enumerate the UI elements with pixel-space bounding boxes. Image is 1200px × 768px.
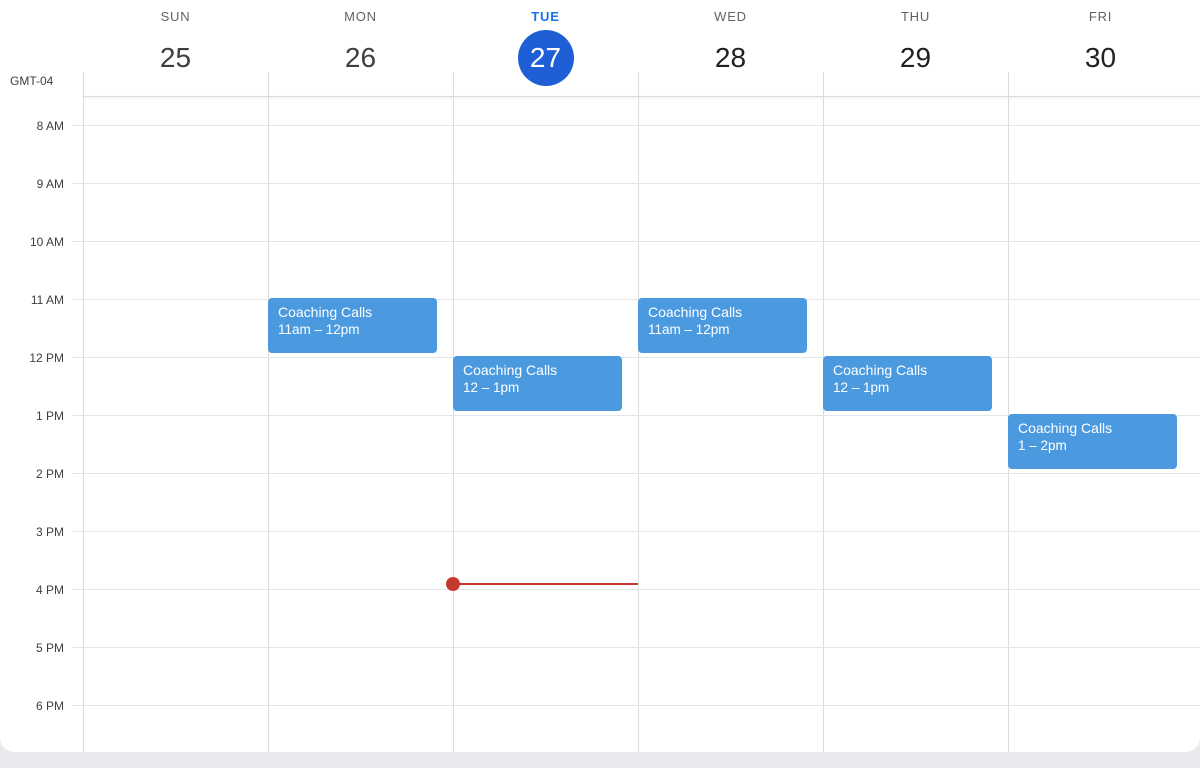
event-time: 12 – 1pm <box>463 380 520 395</box>
hour-line <box>72 125 1200 126</box>
event-title: Coaching Calls <box>278 304 373 320</box>
event-title: Coaching Calls <box>1018 420 1113 436</box>
event-coaching-calls-wed[interactable]: Coaching Calls 11am – 12pm <box>638 298 807 353</box>
hour-label: 4 PM <box>35 583 64 597</box>
event-time: 11am – 12pm <box>648 322 730 337</box>
event-coaching-calls-fri[interactable]: Coaching Calls 1 – 2pm <box>1008 414 1177 469</box>
event-coaching-calls-mon[interactable]: Coaching Calls 11am – 12pm <box>268 298 437 353</box>
day-column-divider <box>1008 72 1009 752</box>
current-time-line <box>453 583 638 585</box>
hour-line <box>72 589 1200 590</box>
event-coaching-calls-thu[interactable]: Coaching Calls 12 – 1pm <box>823 356 992 411</box>
hour-label: 1 PM <box>35 409 64 423</box>
day-name: TUE <box>531 9 560 24</box>
hour-line <box>72 357 1200 358</box>
hour-label: 12 PM <box>29 351 64 365</box>
day-name: MON <box>344 9 377 24</box>
hour-line <box>72 705 1200 706</box>
hour-line <box>72 299 1200 300</box>
day-header-thu[interactable]: THU 29 <box>823 0 1008 96</box>
day-column-divider <box>823 72 824 752</box>
day-header-wed[interactable]: WED 28 <box>638 0 823 96</box>
day-header-sun[interactable]: SUN 25 <box>83 0 268 96</box>
event-time: 1 – 2pm <box>1018 438 1067 453</box>
day-column-divider <box>638 72 639 752</box>
bottom-edge <box>0 752 1200 768</box>
day-number[interactable]: 28 <box>703 30 759 86</box>
day-header-mon[interactable]: MON 26 <box>268 0 453 96</box>
day-name: WED <box>714 9 747 24</box>
day-column-divider <box>453 72 454 752</box>
event-coaching-calls-tue[interactable]: Coaching Calls 12 – 1pm <box>453 356 622 411</box>
hour-label: 3 PM <box>35 525 64 539</box>
hour-label: 2 PM <box>35 467 64 481</box>
day-number[interactable]: 29 <box>888 30 944 86</box>
day-number[interactable]: 30 <box>1073 30 1129 86</box>
day-name: SUN <box>160 9 191 24</box>
event-time: 12 – 1pm <box>833 380 890 395</box>
day-number[interactable]: 26 <box>333 30 389 86</box>
day-name: THU <box>900 9 931 24</box>
hour-label: 8 AM <box>36 119 64 133</box>
event-title: Coaching Calls <box>463 362 558 378</box>
header-divider <box>83 96 1200 97</box>
hour-line <box>72 473 1200 474</box>
day-header-tue[interactable]: TUE 27 <box>453 0 638 96</box>
day-number[interactable]: 25 <box>148 30 204 86</box>
timezone-label: GMT-04 <box>10 74 54 88</box>
hour-label: 10 AM <box>29 235 64 249</box>
event-title: Coaching Calls <box>833 362 928 378</box>
hour-label: 5 PM <box>35 641 64 655</box>
hour-line <box>72 647 1200 648</box>
hour-line <box>72 241 1200 242</box>
day-column-divider <box>268 72 269 752</box>
calendar-week-view: SUN 25 MON 26 TUE 27 WED 28 THU 29 FRI 3… <box>0 0 1200 752</box>
hour-label: 9 AM <box>36 177 64 191</box>
day-column-divider <box>83 72 84 752</box>
day-number-today[interactable]: 27 <box>517 30 574 86</box>
hour-line <box>72 531 1200 532</box>
day-name: FRI <box>1088 9 1113 24</box>
event-title: Coaching Calls <box>648 304 743 320</box>
hour-line <box>72 183 1200 184</box>
current-time-dot <box>446 577 460 591</box>
hour-label: 11 AM <box>30 293 64 307</box>
event-time: 11am – 12pm <box>278 322 360 337</box>
day-header-fri[interactable]: FRI 30 <box>1008 0 1193 96</box>
hour-label: 6 PM <box>35 699 64 713</box>
